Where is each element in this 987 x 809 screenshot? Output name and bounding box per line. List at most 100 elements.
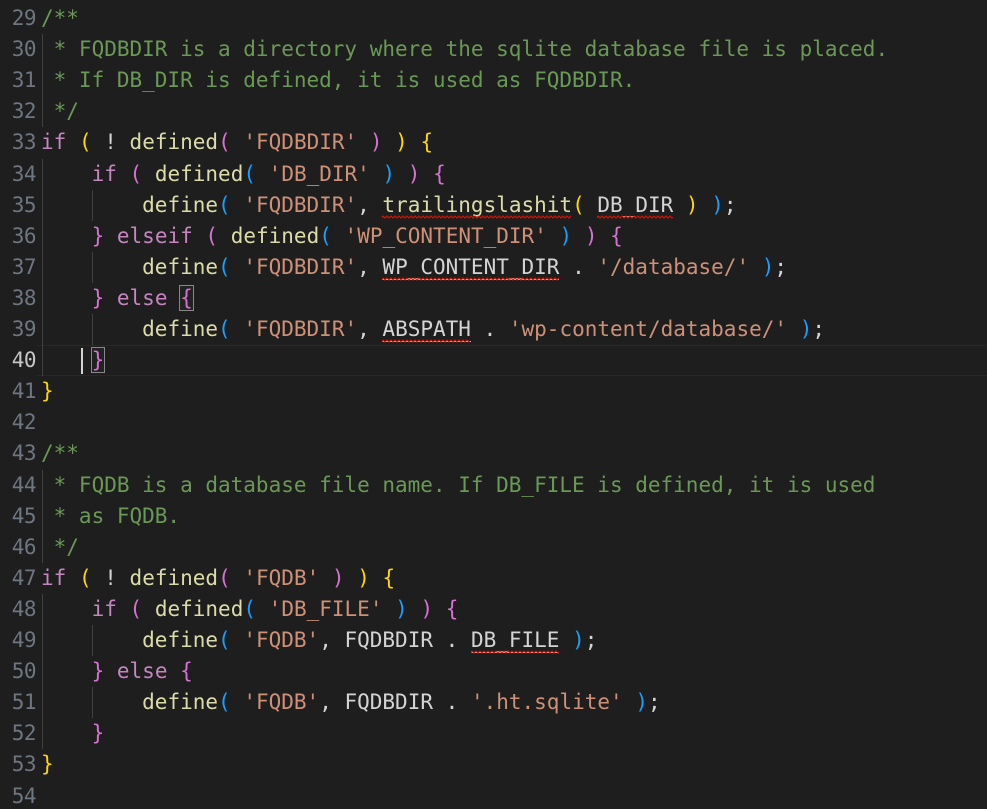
editor-line[interactable]: 38 } else { [0,282,987,314]
code-token: ) [382,161,396,186]
code-token: { [420,130,434,155]
code-token: } [91,285,105,310]
editor-line[interactable]: 33 if ( ! defined( 'FQDBDIR' ) ) { [0,127,987,158]
code-token: ) [395,130,408,155]
editor-line[interactable]: 41} [0,376,987,407]
code-token: * FQDB is a database file name. If DB_FI… [41,472,876,497]
code-token-with-error: WP_CONTENT_DIR [382,252,560,283]
line-number: 40 [11,348,37,373]
code-token: define [142,317,219,341]
editor-line[interactable]: 45 * as FQDB. [0,500,987,532]
editor-line[interactable]: 37 define( 'FQDBDIR', WP_CONTENT_DIR . '… [0,251,987,283]
editor-line[interactable]: 31 * If DB_DIR is defined, it is used as… [0,65,987,97]
line-number: 50 [11,659,37,684]
code-token: ) [369,130,383,155]
line-content: } [41,718,105,749]
editor-line[interactable]: 49 define( 'FQDB', FQDBDIR . DB_FILE ); [0,625,987,657]
editor-line[interactable]: 51 define( 'FQDB', FQDBDIR . '.ht.sqlite… [0,687,987,719]
code-token: . [559,254,598,279]
line-number: 51 [11,690,37,715]
line-number: 31 [11,68,37,93]
code-token: * If DB_DIR is defined, it is used as FQ… [41,68,636,93]
code-token: , [319,628,345,652]
editor-line[interactable]: 40 } [0,345,987,377]
code-token: ( [243,161,257,186]
line-content: } [41,749,54,780]
code-token: 'FQDBDIR' [243,192,358,217]
editor-line[interactable]: 53} [0,749,987,780]
code-token: ( [218,192,231,217]
editor-line[interactable]: 48 if ( defined( 'DB_FILE' ) ) { [0,593,987,625]
editor-line[interactable]: 34 if ( defined( 'DB_DIR' ) ) { [0,158,987,190]
matching-bracket: { [179,284,194,311]
code-token: ) [559,223,573,248]
code-token: ! [91,565,130,590]
line-content: } else { [41,656,193,687]
editor-line[interactable]: 42 [0,407,987,438]
code-token: , [357,254,383,279]
editor-line[interactable]: 35 define( 'FQDBDIR', trailingslashit( D… [0,189,987,221]
editor-line[interactable]: 32 */ [0,96,987,128]
line-content: if ( ! defined( 'FQDBDIR' ) ) { [41,127,433,158]
editor-line[interactable]: 47 if ( ! defined( 'FQDB' ) ) { [0,563,987,594]
code-token: ( [129,161,143,186]
line-content: /** [41,438,79,469]
code-token: ( [218,130,231,155]
code-token: if [91,161,117,186]
editor-line[interactable]: 39 define( 'FQDBDIR', ABSPATH . 'wp-cont… [0,314,987,346]
code-token: ) [395,596,408,621]
line-content: define( 'FQDBDIR', WP_CONTENT_DIR . '/da… [41,252,787,283]
editor-line[interactable]: 30 * FQDBDIR is a directory where the sq… [0,34,987,66]
line-content: */ [41,96,79,127]
code-token: WP_CONTENT_DIR [382,254,560,280]
line-number: 29 [11,6,37,30]
code-editor[interactable]: 29/** 30 * FQDBDIR is a directory where t… [0,0,987,809]
code-token: 'FQDBDIR' [243,254,358,279]
code-token: */ [41,534,79,559]
editor-line[interactable]: 44 * FQDB is a database file name. If DB… [0,469,987,501]
line-number: 44 [11,472,37,497]
editor-line[interactable]: 36 } elseif ( defined( 'WP_CONTENT_DIR' … [0,220,987,252]
code-token: ) [799,317,813,341]
line-number: 41 [11,379,37,404]
editor-line[interactable]: 54 [0,781,987,809]
code-token: 'FQDB' [243,690,320,715]
code-token: { [433,161,446,186]
editor-line[interactable]: 46 */ [0,531,987,563]
code-token: . [433,690,471,715]
code-token: ( [78,130,92,155]
code-token: ; [812,317,825,341]
line-number: 47 [11,565,37,590]
editor-line[interactable]: 43/** [0,438,987,469]
code-token: 'FQDB' [243,628,320,652]
code-token-with-error: DB_FILE [470,625,560,656]
code-token: } [91,223,105,248]
code-token: ; [774,254,788,279]
code-token: if [91,596,117,621]
code-token: ( [218,317,231,341]
code-token: 'FQDB' [243,565,320,590]
code-token: ( [218,565,231,590]
code-token: } [91,721,105,746]
editor-line[interactable]: 29/** [0,3,987,34]
code-token: 'WP_CONTENT_DIR' [344,223,547,248]
matching-bracket: } [90,347,106,374]
editor-line[interactable]: 52 } [0,718,987,750]
code-token: '/database/' [597,254,750,279]
editor-line[interactable]: 50 } else { [0,656,987,688]
line-content: define( 'FQDBDIR', trailingslashit( DB_D… [41,190,737,221]
